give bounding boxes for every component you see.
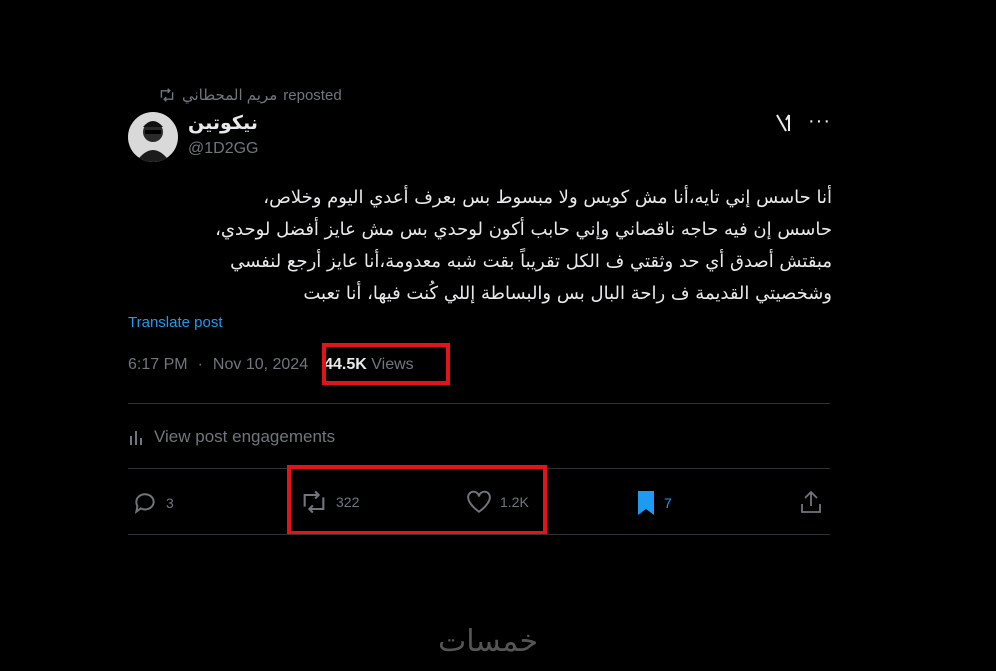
share-button[interactable]: [800, 490, 822, 514]
translate-post-link[interactable]: Translate post: [128, 314, 223, 331]
post-text: أنا حاسس إني تايه،أنا مش كويس ولا مبسوط …: [130, 182, 832, 310]
post-line: مبقتش أصدق أي حد وثقتي ف الكل تقريباً بق…: [230, 251, 832, 272]
views-highlight-box: [322, 343, 450, 385]
reposter-name[interactable]: مريم المحطاني: [182, 86, 277, 104]
watermark-logo: خمسات: [438, 624, 539, 659]
post-time[interactable]: 6:17 PM: [128, 356, 188, 374]
divider: [128, 534, 830, 535]
repost-icon: [158, 88, 176, 102]
reply-icon: [132, 490, 158, 516]
bookmark-button[interactable]: 7: [636, 490, 672, 516]
author-handle[interactable]: @1D2GG: [188, 140, 258, 158]
share-icon: [800, 490, 822, 514]
more-options-icon[interactable]: ···: [808, 110, 831, 133]
post-line: أنا حاسس إني تايه،أنا مش كويس ولا مبسوط …: [263, 187, 832, 208]
post-date[interactable]: Nov 10, 2024: [213, 356, 308, 374]
analytics-icon: [128, 428, 146, 446]
repost-indicator[interactable]: مريم المحطاني reposted: [158, 86, 342, 104]
reply-button[interactable]: 3: [132, 490, 174, 516]
reply-count: 3: [166, 495, 174, 511]
repost-label: reposted: [283, 86, 342, 104]
bookmark-count: 7: [664, 495, 672, 511]
author-display-name[interactable]: نيكوتين: [188, 112, 258, 135]
divider: [128, 403, 830, 404]
avatar[interactable]: [128, 112, 178, 162]
post-line: حاسس إن فيه حاجه ناقصاني وإني حابب أكون …: [215, 219, 832, 240]
meta-separator: ·: [197, 356, 203, 373]
engagements-label: View post engagements: [154, 427, 336, 446]
view-engagements-link[interactable]: View post engagements: [128, 427, 335, 447]
bookmark-icon: [636, 490, 656, 516]
repost-like-highlight-box: [287, 465, 547, 535]
grok-icon[interactable]: [774, 112, 796, 134]
post-line: وشخصيتي القديمة ف راحة البال بس والبساطة…: [303, 283, 832, 304]
